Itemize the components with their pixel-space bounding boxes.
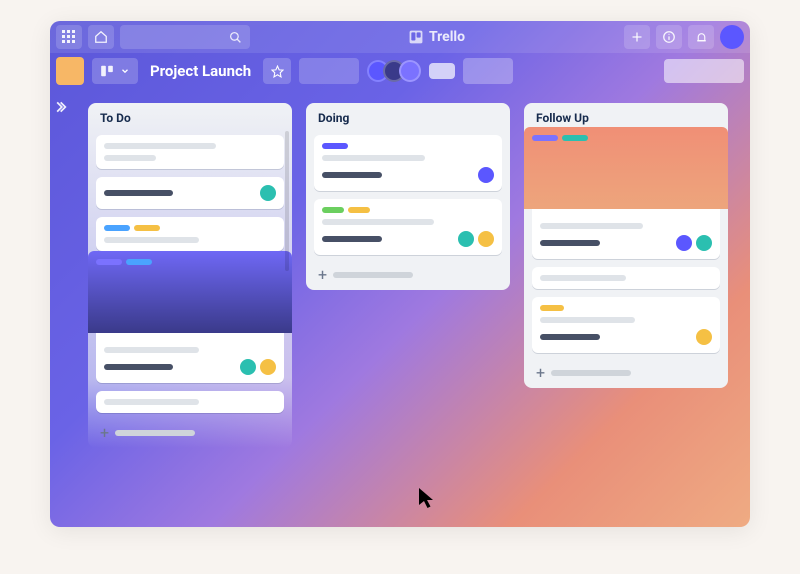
list-doing[interactable]: Doing + [306,103,510,290]
add-card-button[interactable]: + [532,361,720,382]
workspace-visibility[interactable] [299,58,359,84]
card[interactable] [532,297,720,353]
add-card-button[interactable]: + [314,263,502,284]
scrollbar[interactable] [285,131,289,271]
home-button[interactable] [88,25,114,49]
sidebar-expand-button[interactable] [56,99,76,118]
chevron-right-icon [56,100,70,114]
plus-icon: + [536,363,545,382]
star-icon [271,65,284,78]
card-cover [88,251,292,333]
top-nav: Trello [50,21,750,53]
list-todo[interactable]: To Do [88,103,292,448]
board-canvas[interactable]: To Do [82,99,750,527]
plus-icon: + [100,423,109,442]
list-title[interactable]: Doing [314,111,502,127]
workspace-switcher[interactable] [56,57,84,85]
trello-icon [409,30,423,44]
member-avatar[interactable] [399,60,421,82]
star-board-button[interactable] [263,58,291,84]
info-button[interactable] [656,25,682,49]
search-icon [229,31,242,44]
card[interactable] [532,267,720,289]
board-title[interactable]: Project Launch [146,62,255,80]
card[interactable] [532,135,720,259]
invite-button[interactable] [429,63,455,79]
grid-icon [62,30,76,44]
brand: Trello [256,29,618,45]
list-title[interactable]: Follow Up [532,111,720,127]
chevron-down-icon [120,66,130,76]
board-view-switcher[interactable] [92,58,138,84]
info-icon [662,30,676,44]
list-followup[interactable]: Follow Up [524,103,728,388]
card[interactable] [96,259,284,383]
brand-label: Trello [429,29,465,45]
notifications-button[interactable] [688,25,714,49]
home-icon [94,30,108,44]
board-members[interactable] [367,60,421,82]
card[interactable] [96,217,284,251]
card[interactable] [314,199,502,255]
card[interactable] [96,177,284,209]
plus-icon [631,31,643,43]
bell-icon [695,31,708,44]
card-cover [524,127,728,209]
app-window: Trello Project Launch [50,21,750,527]
card[interactable] [96,391,284,413]
search-input[interactable] [120,25,250,49]
avatar[interactable] [720,25,744,49]
board-header: Project Launch [50,53,750,89]
card[interactable] [96,135,284,169]
create-button[interactable] [624,25,650,49]
apps-button[interactable] [56,25,82,49]
plus-icon: + [318,265,327,284]
add-card-button[interactable]: + [96,421,284,442]
list-title[interactable]: To Do [96,111,284,127]
board-menu-button[interactable] [664,59,744,83]
card[interactable] [314,135,502,191]
board-extra-pill[interactable] [463,58,513,84]
cursor-icon [418,487,438,509]
board-icon [100,64,114,78]
